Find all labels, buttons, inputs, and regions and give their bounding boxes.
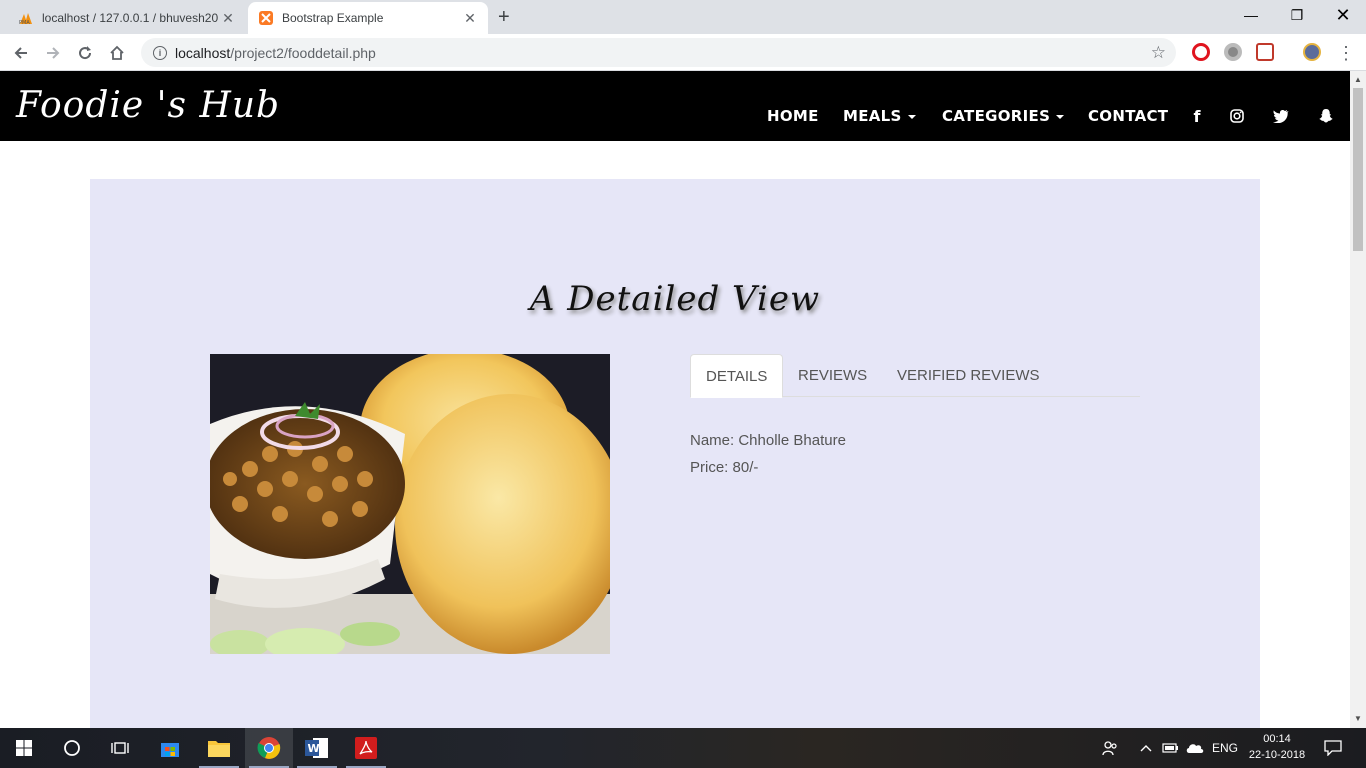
nav-contact[interactable]: CONTACT — [1088, 107, 1168, 125]
windows-taskbar: W ENG 00:14 22-10-2018 — [0, 728, 1366, 768]
pocket-extension-icon[interactable] — [1256, 43, 1274, 61]
clock-time: 00:14 — [1263, 733, 1291, 745]
svg-text:W: W — [308, 742, 320, 755]
close-tab-icon[interactable]: ✕ — [462, 10, 478, 27]
clock-date: 22-10-2018 — [1248, 749, 1306, 761]
page-viewport: Foodie 's Hub HOME MEALS CATEGORIES CONT… — [0, 71, 1350, 728]
restore-icon[interactable]: ❐ — [1274, 0, 1320, 30]
onedrive-cloud-icon[interactable] — [1185, 728, 1205, 768]
browser-tab-phpmyadmin[interactable]: PMA localhost / 127.0.0.1 / bhuvesh20 ✕ — [8, 2, 246, 34]
opera-extension-icon[interactable] — [1192, 43, 1210, 61]
store-icon[interactable] — [146, 728, 194, 768]
new-tab-icon[interactable]: + — [498, 6, 510, 29]
scrollbar-thumb[interactable] — [1353, 88, 1363, 251]
search-cortana-icon[interactable] — [48, 728, 96, 768]
battery-icon[interactable] — [1161, 728, 1179, 768]
reload-icon[interactable] — [73, 41, 97, 65]
xampp-favicon-icon — [258, 10, 274, 26]
site-info-icon[interactable]: i — [153, 45, 167, 60]
address-bar[interactable]: i localhost/project2/fooddetail.php ☆ — [141, 38, 1176, 67]
close-window-icon[interactable]: ✕ — [1320, 0, 1366, 30]
site-navbar: Foodie 's Hub HOME MEALS CATEGORIES CONT… — [0, 71, 1350, 141]
forward-icon[interactable] — [41, 41, 65, 65]
profile-avatar[interactable] — [1303, 43, 1321, 61]
task-view-icon[interactable] — [96, 728, 144, 768]
acrobat-icon[interactable] — [342, 728, 390, 768]
tab-details[interactable]: DETAILS — [690, 354, 784, 398]
scroll-up-icon[interactable]: ▲ — [1354, 75, 1362, 84]
details-tab-content: Name: Chholle Bhature Price: 80/- — [690, 427, 846, 481]
site-logo[interactable]: Foodie 's Hub — [16, 85, 280, 126]
facebook-icon[interactable]: f — [1188, 107, 1206, 126]
nav-categories[interactable]: CATEGORIES — [942, 107, 1065, 125]
browser-tab-strip: PMA localhost / 127.0.0.1 / bhuvesh20 ✕ … — [0, 0, 1366, 34]
language-indicator[interactable]: ENG — [1212, 728, 1238, 768]
svg-text:PMA: PMA — [19, 20, 30, 25]
menu-kebab-icon[interactable]: ⋮ — [1334, 41, 1358, 65]
browser-toolbar: i localhost/project2/fooddetail.php ☆ ⋮ — [0, 34, 1366, 71]
people-icon[interactable] — [1102, 728, 1118, 768]
nav-categories-label: CATEGORIES — [942, 107, 1051, 125]
tab-reviews[interactable]: REVIEWS — [783, 354, 882, 397]
close-tab-icon[interactable]: ✕ — [220, 10, 236, 27]
back-icon[interactable] — [9, 41, 33, 65]
food-price: Price: 80/- — [690, 459, 759, 476]
url-host: localhost — [175, 44, 231, 61]
food-image — [210, 354, 610, 654]
food-name: Name: Chholle Bhature — [690, 432, 846, 449]
page-scrollbar[interactable]: ▲ ▼ — [1350, 71, 1366, 728]
twitter-icon[interactable] — [1272, 107, 1290, 125]
tab-title: Bootstrap Example — [282, 11, 384, 25]
scroll-down-icon[interactable]: ▼ — [1354, 714, 1362, 723]
windows-start-icon[interactable] — [0, 728, 48, 768]
extension-circle-icon[interactable] — [1224, 43, 1242, 61]
nav-meals-label: MEALS — [843, 107, 902, 125]
snapchat-icon[interactable] — [1317, 107, 1335, 125]
bookmark-star-icon[interactable]: ☆ — [1151, 43, 1166, 63]
browser-tab-bootstrap-example[interactable]: Bootstrap Example ✕ — [248, 2, 488, 34]
tab-title: localhost / 127.0.0.1 / bhuvesh20 — [42, 11, 219, 25]
caret-down-icon — [1056, 114, 1065, 119]
file-explorer-icon[interactable] — [195, 728, 243, 768]
word-icon[interactable]: W — [293, 728, 341, 768]
page-title: A Detailed View — [529, 279, 821, 319]
food-detail-panel: A Detailed View DETAILS REVIEWS VERIFIED… — [90, 179, 1260, 728]
detail-tabs: DETAILS REVIEWS VERIFIED REVIEWS — [690, 354, 1140, 398]
nav-meals[interactable]: MEALS — [843, 107, 916, 125]
system-clock[interactable]: 00:14 22-10-2018 — [1246, 731, 1308, 763]
tab-verified-reviews[interactable]: VERIFIED REVIEWS — [882, 354, 1055, 397]
nav-home[interactable]: HOME — [767, 107, 819, 125]
url-path: /project2/fooddetail.php — [230, 44, 376, 61]
home-icon[interactable] — [105, 41, 129, 65]
chevron-up-icon[interactable] — [1140, 728, 1152, 768]
minimize-icon[interactable]: — — [1228, 0, 1274, 30]
phpmyadmin-favicon-icon: PMA — [18, 10, 34, 26]
chrome-taskbar-icon[interactable] — [245, 728, 293, 768]
action-center-icon[interactable] — [1324, 728, 1342, 768]
caret-down-icon — [907, 114, 916, 119]
instagram-icon[interactable] — [1228, 107, 1246, 125]
